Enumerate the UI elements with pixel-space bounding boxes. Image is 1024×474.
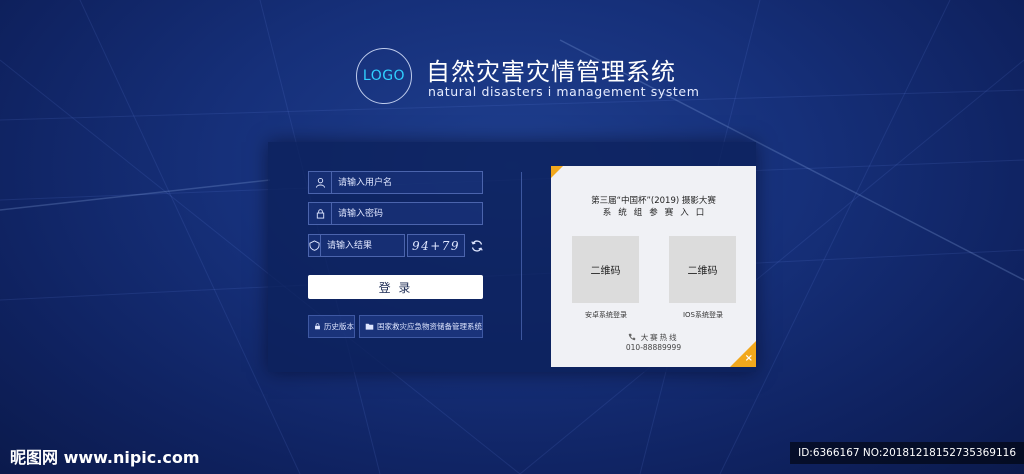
phone-icon bbox=[629, 333, 636, 341]
corner-decoration bbox=[551, 166, 563, 178]
contest-entry-card: 第三届“中国杯”(2019) 摄影大赛 系统组参赛入口 二维码 二维码 安卓系统… bbox=[551, 166, 756, 367]
history-version-button[interactable]: 历史版本 bbox=[308, 315, 355, 338]
hotline-number: 010-88889999 bbox=[625, 343, 682, 352]
page-subtitle: natural disasters i management system bbox=[428, 84, 700, 99]
lock-icon bbox=[309, 203, 332, 224]
login-button[interactable]: 登 录 bbox=[308, 275, 483, 299]
watermark-left: 昵图网 www.nipic.com bbox=[10, 448, 200, 467]
captcha-image[interactable]: 94+79 bbox=[407, 234, 465, 257]
password-field bbox=[308, 202, 483, 225]
refresh-icon[interactable] bbox=[470, 239, 484, 253]
lock-icon bbox=[315, 323, 320, 330]
hotline-text: 大赛热线 bbox=[640, 333, 679, 342]
username-input[interactable] bbox=[332, 172, 482, 193]
folder-icon bbox=[365, 323, 374, 330]
national-system-label: 国家救灾应急物资储备管理系统 bbox=[377, 322, 482, 331]
card-title: 第三届“中国杯”(2019) 摄影大赛 bbox=[591, 196, 716, 206]
user-icon bbox=[309, 172, 332, 193]
national-system-button[interactable]: 国家救灾应急物资储备管理系统 bbox=[359, 315, 483, 338]
panel-divider bbox=[521, 172, 522, 340]
logo: LOGO bbox=[356, 48, 412, 104]
app-header: LOGO 自然灾害灾情管理系统 natural disasters i mana… bbox=[356, 46, 699, 106]
hotline-label: 大赛热线 bbox=[551, 332, 756, 343]
history-version-label: 历史版本 bbox=[324, 322, 354, 331]
shield-icon bbox=[309, 235, 321, 256]
android-qr-code: 二维码 bbox=[572, 236, 639, 303]
login-panel: 94+79 登 录 历史版本 国家救灾应急物资储备管理系统 第三届“中国杯”(2… bbox=[268, 142, 756, 372]
close-icon[interactable]: × bbox=[745, 354, 753, 364]
ios-login-link[interactable]: IOS系统登录 bbox=[663, 310, 743, 320]
username-field bbox=[308, 171, 483, 194]
watermark-right: ID:6366167 NO:20181218152735369116 bbox=[790, 442, 1024, 464]
ios-qr-code: 二维码 bbox=[669, 236, 736, 303]
android-login-link[interactable]: 安卓系统登录 bbox=[566, 310, 646, 320]
card-subtitle: 系统组参赛入口 bbox=[602, 208, 712, 218]
captcha-field bbox=[308, 234, 447, 257]
page-title: 自然灾害灾情管理系统 bbox=[426, 58, 676, 86]
password-input[interactable] bbox=[332, 203, 482, 224]
